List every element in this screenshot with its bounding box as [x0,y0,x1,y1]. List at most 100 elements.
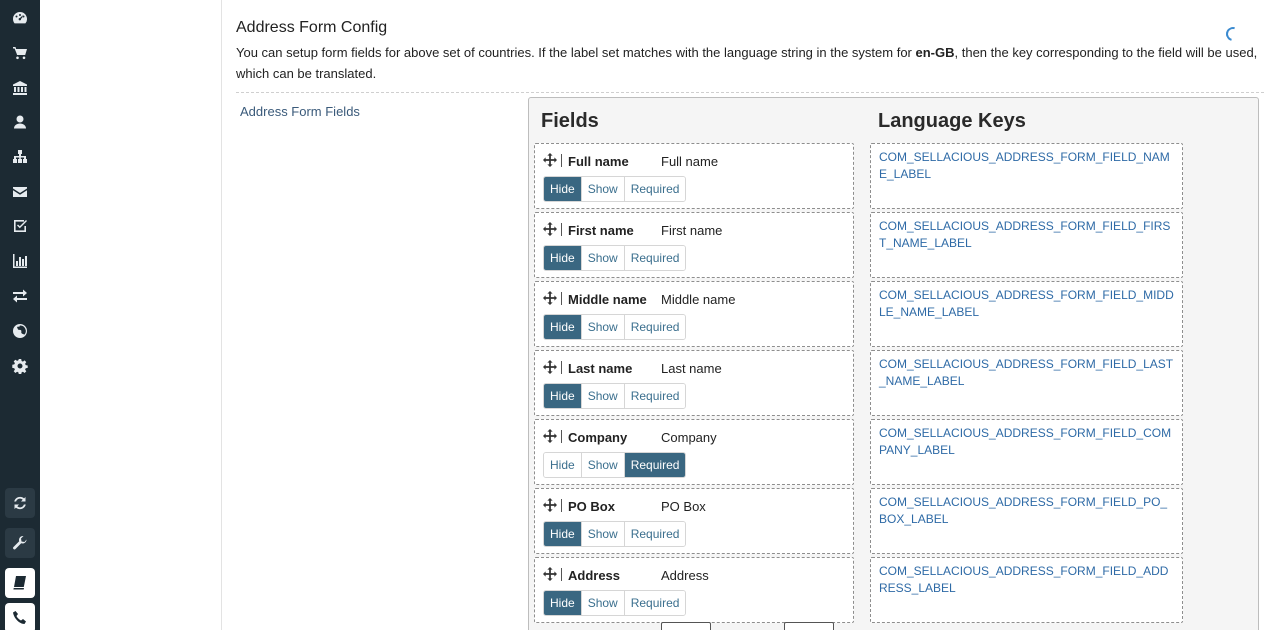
fields-heading: Fields [541,110,599,132]
field-row[interactable]: Address Address Hide Show Required [534,557,854,623]
separator [561,361,562,374]
book-button[interactable] [5,568,35,598]
move-handle-icon[interactable] [543,498,557,512]
required-button[interactable]: Required [624,315,686,339]
left-panel [40,0,222,630]
fields-panel: Fields Language Keys Full name Full name H… [528,97,1259,630]
visibility-toggle: Hide Show Required [543,452,687,478]
field-row[interactable]: PO Box PO Box Hide Show Required [534,488,854,554]
language-key: COM_SELLACIOUS_ADDRESS_FORM_FIELD_PO_BOX… [870,488,1183,554]
move-handle-icon[interactable] [543,153,557,167]
language-key: COM_SELLACIOUS_ADDRESS_FORM_FIELD_ADDRES… [870,557,1183,623]
address-form-fields-label: Address Form Fields [240,104,360,119]
hide-button[interactable]: Hide [544,177,582,201]
main-content: Address Form Config You can setup form f… [222,0,1280,630]
user-icon[interactable] [0,105,40,139]
move-handle-icon[interactable] [543,291,557,305]
language-key: COM_SELLACIOUS_ADDRESS_FORM_FIELD_LAST_N… [870,350,1183,416]
loading-spinner-icon [1223,24,1243,44]
hide-button[interactable]: Hide [544,453,582,477]
envelope-icon[interactable] [0,175,40,209]
field-row[interactable]: First name First name Hide Show Required [534,212,854,278]
separator [561,292,562,305]
field-name: First name [568,223,634,238]
visibility-toggle: Hide Show Required [543,176,687,202]
hide-button[interactable]: Hide [544,384,582,408]
bar-chart-icon[interactable] [0,244,40,278]
sidebar-rail [0,0,40,633]
move-handle-icon[interactable] [543,360,557,374]
phone-button[interactable] [5,603,35,633]
show-button[interactable]: Show [581,315,625,339]
refresh-button[interactable] [5,488,35,518]
language-key: COM_SELLACIOUS_ADDRESS_FORM_FIELD_MIDDLE… [870,281,1183,347]
sitemap-icon[interactable] [0,140,40,174]
field-name: Middle name [568,292,647,307]
field-label: Company [661,430,717,445]
field-label: PO Box [661,499,706,514]
field-name: Company [568,430,628,445]
show-button[interactable]: Show [581,522,625,546]
field-label: Last name [661,361,722,376]
hide-button[interactable]: Hide [544,522,582,546]
bank-icon[interactable] [0,71,40,105]
language-keys-heading: Language Keys [878,110,1026,132]
divider [236,92,1264,93]
required-button[interactable]: Required [624,177,686,201]
move-handle-icon[interactable] [543,567,557,581]
separator [561,430,562,443]
phone-icon [13,611,26,624]
field-row[interactable]: Full name Full name Hide Show Required [534,143,854,209]
hide-button[interactable]: Hide [544,315,582,339]
field-name: Full name [568,154,629,169]
field-label: Address [661,568,709,583]
required-button[interactable]: Required [624,384,686,408]
required-button[interactable]: Required [624,522,686,546]
globe-icon[interactable] [0,314,40,348]
text-input-stub[interactable] [784,622,834,630]
required-button[interactable]: Required [624,453,686,477]
required-button[interactable]: Required [624,591,686,615]
field-row[interactable]: Company Company Hide Show Required [534,419,854,485]
show-button[interactable]: Show [581,453,625,477]
separator [561,223,562,236]
separator [561,499,562,512]
visibility-toggle: Hide Show Required [543,314,687,340]
description-prefix: You can setup form fields for above set … [236,45,916,60]
show-button[interactable]: Show [581,591,625,615]
language-key: COM_SELLACIOUS_ADDRESS_FORM_FIELD_NAME_L… [870,143,1183,209]
exchange-icon[interactable] [0,279,40,313]
visibility-toggle: Hide Show Required [543,383,687,409]
visibility-toggle: Hide Show Required [543,590,687,616]
separator [561,568,562,581]
hide-button[interactable]: Hide [544,246,582,270]
field-label: First name [661,223,723,238]
field-label: Middle name [661,292,736,307]
gear-icon[interactable] [0,349,40,383]
field-name: Address [568,568,621,583]
cart-icon[interactable] [0,36,40,70]
checkbox-icon[interactable] [0,209,40,243]
text-input-stub[interactable] [661,622,711,630]
field-label: Full name [661,154,719,169]
page-title: Address Form Config [236,19,388,36]
page-description: You can setup form fields for above set … [236,42,1266,84]
required-button[interactable]: Required [624,246,686,270]
show-button[interactable]: Show [581,384,625,408]
move-handle-icon[interactable] [543,429,557,443]
field-row[interactable]: Last name Last name Hide Show Required [534,350,854,416]
refresh-icon [14,496,26,510]
field-row[interactable]: Middle name Middle name Hide Show Required [534,281,854,347]
separator [561,154,562,167]
field-name: PO Box [568,499,615,514]
show-button[interactable]: Show [581,246,625,270]
wrench-button[interactable] [5,528,35,558]
visibility-toggle: Hide Show Required [543,521,687,547]
dashboard-icon[interactable] [0,1,40,35]
hide-button[interactable]: Hide [544,591,582,615]
language-key: COM_SELLACIOUS_ADDRESS_FORM_FIELD_FIRST_… [870,212,1183,278]
wrench-icon [13,535,27,550]
show-button[interactable]: Show [581,177,625,201]
language-code: en-GB [915,45,955,60]
move-handle-icon[interactable] [543,222,557,236]
